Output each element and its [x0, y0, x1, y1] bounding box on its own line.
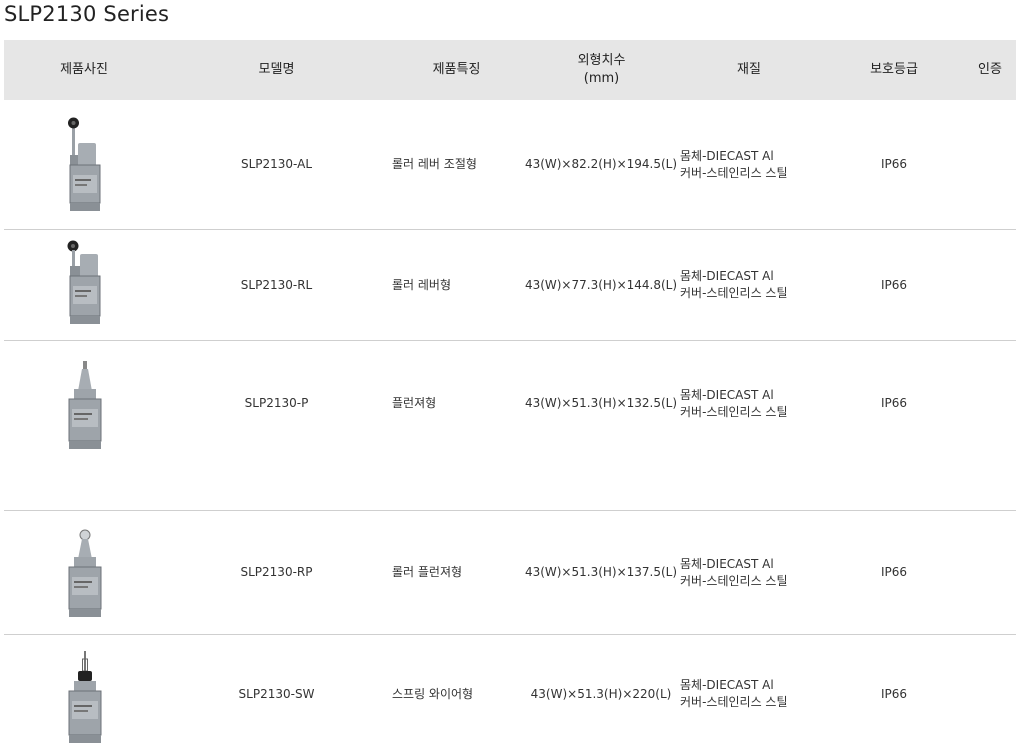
header-dimension: 외형치수 (mm)	[524, 40, 679, 100]
material-cell: 몸체-DIECAST Al 커버-스테인리스 스틸	[680, 511, 820, 634]
page-title: SLP2130 Series	[4, 2, 170, 26]
material-cover: 커버-스테인리스 스틸	[680, 165, 788, 180]
cert-cell	[964, 635, 1016, 753]
material-cell: 몸체-DIECAST Al 커버-스테인리스 스틸	[680, 230, 820, 340]
material-cell: 몸체-DIECAST Al 커버-스테인리스 스틸	[680, 100, 820, 229]
protection-cell: IP66	[880, 565, 908, 579]
header-cert: 인증	[978, 62, 1002, 77]
table-row: SLP2130-SW 스프링 와이어형 43(W)×51.3(H)×220(L)…	[4, 635, 1016, 753]
material-body: 몸체-DIECAST Al	[680, 678, 774, 692]
model-cell: SLP2130-SW	[238, 686, 315, 701]
roller-plunger-switch-image	[64, 529, 108, 619]
header-dimension-unit: (mm)	[583, 71, 620, 86]
protection-cell: IP66	[880, 396, 908, 410]
table-row: SLP2130-RL 롤러 레버형 43(W)×77.3(H)×144.8(L)…	[4, 230, 1016, 341]
material-body: 몸체-DIECAST Al	[680, 556, 774, 571]
material-body: 몸체-DIECAST Al	[680, 148, 774, 163]
header-dimension-label: 외형치수	[577, 53, 626, 68]
model-cell: SLP2130-AL	[240, 157, 313, 171]
table-row: SLP2130-RP 롤러 플런져형 43(W)×51.3(H)×137.5(L…	[4, 511, 1016, 635]
dimension-cell: 43(W)×82.2(H)×194.5(L)	[524, 157, 678, 171]
material-cover: 커버-스테인리스 스틸	[680, 286, 788, 300]
material-body: 몸체-DIECAST Al	[680, 269, 774, 283]
header-model: 모델명	[258, 62, 295, 77]
header-feature: 제품특징	[432, 62, 481, 77]
roller-lever-switch-image	[64, 240, 108, 332]
cert-cell	[964, 230, 1016, 340]
dimension-cell: 43(W)×51.3(H)×220(L)	[530, 686, 672, 701]
table-row: SLP2130-P 플런져형 43(W)×51.3(H)×132.5(L) 몸체…	[4, 341, 1016, 511]
dimension-cell: 43(W)×77.3(H)×144.8(L)	[524, 277, 678, 292]
header-photo: 제품사진	[60, 62, 108, 77]
dimension-cell: 43(W)×51.3(H)×132.5(L)	[524, 396, 678, 410]
model-cell: SLP2130-P	[244, 396, 309, 410]
cert-cell	[964, 511, 1016, 634]
material-body: 몸체-DIECAST Al	[680, 387, 774, 402]
protection-cell: IP66	[880, 686, 908, 701]
feature-cell: 스프링 와이어형	[392, 686, 474, 701]
plunger-switch-image	[64, 361, 108, 451]
spring-wire-switch-image	[64, 651, 108, 747]
cert-cell	[964, 100, 1016, 229]
protection-cell: IP66	[880, 157, 908, 171]
material-cover: 커버-스테인리스 스틸	[680, 404, 788, 419]
feature-cell: 롤러 레버형	[392, 277, 452, 292]
material-cell: 몸체-DIECAST Al 커버-스테인리스 스틸	[680, 635, 820, 753]
material-cover: 커버-스테인리스 스틸	[680, 695, 788, 709]
table-row: SLP2130-AL 롤러 레버 조절형 43(W)×82.2(H)×194.5…	[4, 100, 1016, 230]
feature-cell: 롤러 레버 조절형	[392, 157, 477, 171]
dimension-cell: 43(W)×51.3(H)×137.5(L)	[524, 565, 678, 579]
material-cell: 몸체-DIECAST Al 커버-스테인리스 스틸	[680, 341, 820, 466]
feature-cell: 플런져형	[392, 396, 437, 410]
model-cell: SLP2130-RP	[240, 565, 313, 579]
table-header-row: 제품사진 모델명 제품특징 외형치수 (mm) 재질 보호등급 인증	[4, 40, 1016, 100]
adjustable-roller-lever-switch-image	[64, 115, 108, 215]
feature-cell: 롤러 플런져형	[392, 565, 463, 579]
cert-cell	[964, 341, 1016, 466]
header-protection: 보호등급	[870, 62, 918, 77]
material-cover: 커버-스테인리스 스틸	[680, 573, 788, 588]
header-material: 재질	[737, 62, 761, 77]
protection-cell: IP66	[880, 277, 908, 292]
model-cell: SLP2130-RL	[240, 277, 313, 292]
